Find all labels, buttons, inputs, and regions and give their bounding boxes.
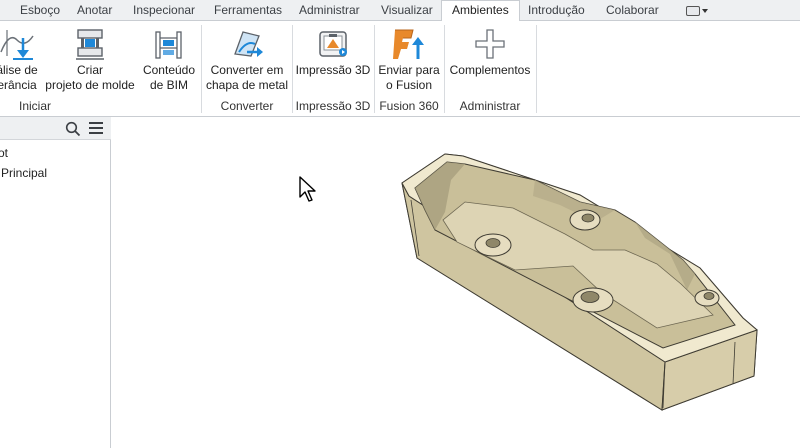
create-mold-design-label: Criar projeto de molde	[45, 63, 135, 92]
panel-label-fusion-360: Fusion 360	[379, 99, 439, 113]
ribbon: álise de erância Criar projeto de molde …	[0, 21, 800, 117]
mouse-pointer-icon	[299, 176, 316, 202]
3d-print-button[interactable]: Impressão 3D	[294, 21, 372, 97]
ribbon-display-dropdown[interactable]	[686, 4, 714, 18]
panel-label-converter: Converter	[220, 99, 274, 113]
browser-header	[0, 117, 111, 140]
create-mold-design-button[interactable]: Criar projeto de molde	[44, 21, 136, 97]
plus-icon	[475, 29, 505, 59]
tab-colaborar[interactable]: Colaborar	[596, 0, 669, 21]
chevron-down-icon	[702, 9, 708, 13]
tolerance-analysis-button[interactable]: álise de erância	[0, 21, 42, 97]
tab-introducao[interactable]: Introdução	[518, 0, 595, 21]
panel-divider	[292, 25, 293, 113]
send-to-fusion-label: Enviar para o Fusion	[378, 63, 440, 92]
tolerance-analysis-icon	[0, 30, 34, 60]
panel-divider	[444, 25, 445, 113]
panel-label-administrar: Administrar	[459, 99, 521, 113]
bim-content-label: Conteúdo de BIM	[142, 63, 196, 92]
3d-print-label: Impressão 3D	[295, 63, 371, 77]
browser-tree-item[interactable]: Principal	[1, 166, 47, 180]
tab-esboco[interactable]: Esboço	[10, 0, 70, 21]
tab-inspecionar[interactable]: Inspecionar	[123, 0, 205, 21]
panel-label-iniciar: Iniciar	[18, 99, 51, 113]
tab-ferramentas[interactable]: Ferramentas	[204, 0, 292, 21]
convert-to-sheet-metal-label: Converter em chapa de metal	[205, 63, 289, 92]
model-browser: ot Principal	[0, 117, 111, 448]
convert-to-sheet-metal-button[interactable]: Converter em chapa de metal	[204, 21, 290, 97]
tab-anotar[interactable]: Anotar	[67, 0, 122, 21]
3d-printer-icon	[319, 31, 347, 57]
panel-divider	[536, 25, 537, 113]
tab-ambientes[interactable]: Ambientes	[441, 0, 520, 22]
browser-tree-item[interactable]: ot	[0, 146, 8, 160]
mold-design-icon	[76, 29, 104, 60]
panel-label-impressao-3d: Impressão 3D	[295, 99, 371, 113]
fusion-icon	[393, 29, 424, 59]
tab-visualizar[interactable]: Visualizar	[371, 0, 443, 21]
tab-administrar[interactable]: Administrar	[289, 0, 370, 21]
send-to-fusion-button[interactable]: Enviar para o Fusion	[376, 21, 442, 97]
add-ins-label: Complementos	[449, 63, 531, 77]
bim-content-icon	[155, 31, 182, 59]
3d-model-part	[401, 153, 758, 411]
panel-divider	[201, 25, 202, 113]
panel-divider	[374, 25, 375, 113]
ribbon-tab-bar: Esboço Anotar Inspecionar Ferramentas Ad…	[0, 0, 800, 22]
add-ins-button[interactable]: Complementos	[446, 21, 534, 97]
tolerance-analysis-label: álise de erância	[0, 63, 38, 92]
bim-content-button[interactable]: Conteúdo de BIM	[138, 21, 200, 97]
panel-display-icon	[686, 6, 700, 16]
sheet-metal-icon	[234, 31, 263, 57]
search-icon[interactable]	[65, 121, 81, 137]
menu-icon[interactable]	[89, 122, 103, 134]
